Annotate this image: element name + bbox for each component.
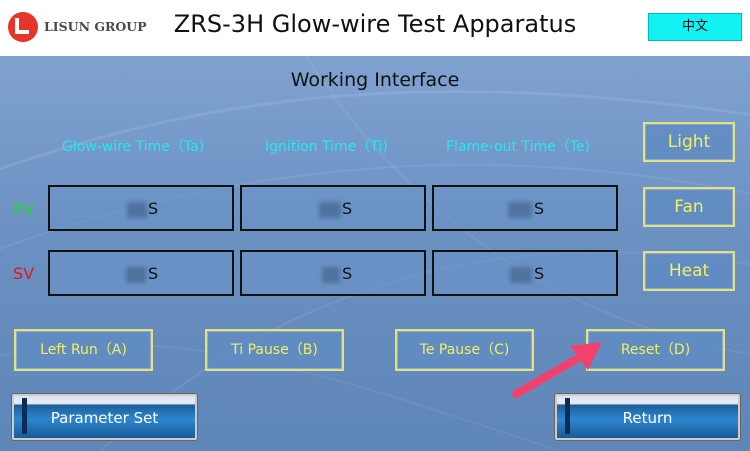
glow-wire-time-header: Glow-wire Time（Ta) — [62, 139, 205, 155]
language-button[interactable]: 中文 — [648, 13, 742, 41]
working-interface-title: Working Interface — [290, 69, 460, 91]
unit-label: S — [534, 264, 545, 283]
lisun-logo: LISUN GROUP — [8, 10, 147, 46]
header-bar: LISUN GROUP ZRS-3H Glow-wire Test Appara… — [0, 0, 750, 56]
sv-row-label: SV — [13, 264, 35, 283]
sv-ignition-time-field[interactable]: S — [240, 250, 426, 296]
flame-out-time-header: Flame-out Time（Te) — [446, 139, 590, 155]
working-panel: Working Interface Glow-wire Time（Ta) Ign… — [0, 56, 750, 451]
pv-glow-wire-time-field: S — [48, 185, 234, 231]
sv-glow-wire-time-field[interactable]: S — [48, 250, 234, 296]
annotation-arrow-icon — [512, 342, 602, 398]
return-button[interactable]: Return — [555, 394, 740, 440]
left-run-button[interactable]: Left Run（A) — [14, 329, 153, 371]
pv-ignition-time-field: S — [240, 185, 426, 231]
pv-flame-out-time-field: S — [432, 185, 618, 231]
fan-button[interactable]: Fan — [643, 187, 735, 227]
page-title: ZRS-3H Glow-wire Test Apparatus — [173, 10, 577, 38]
heat-button[interactable]: Heat — [643, 251, 735, 291]
ignition-time-header: Ignition Time（Ti) — [265, 139, 388, 155]
unit-label: S — [148, 199, 159, 218]
light-button[interactable]: Light — [643, 122, 735, 162]
lisun-logo-icon — [8, 12, 38, 42]
ti-pause-button[interactable]: Ti Pause（B) — [205, 329, 344, 371]
pv-row-label: PV — [13, 200, 34, 219]
unit-label: S — [342, 199, 353, 218]
logo-text: LISUN GROUP — [44, 19, 147, 34]
unit-label: S — [342, 264, 353, 283]
parameter-set-button[interactable]: Parameter Set — [12, 394, 197, 440]
sv-flame-out-time-field[interactable]: S — [432, 250, 618, 296]
unit-label: S — [148, 264, 159, 283]
unit-label: S — [534, 199, 545, 218]
